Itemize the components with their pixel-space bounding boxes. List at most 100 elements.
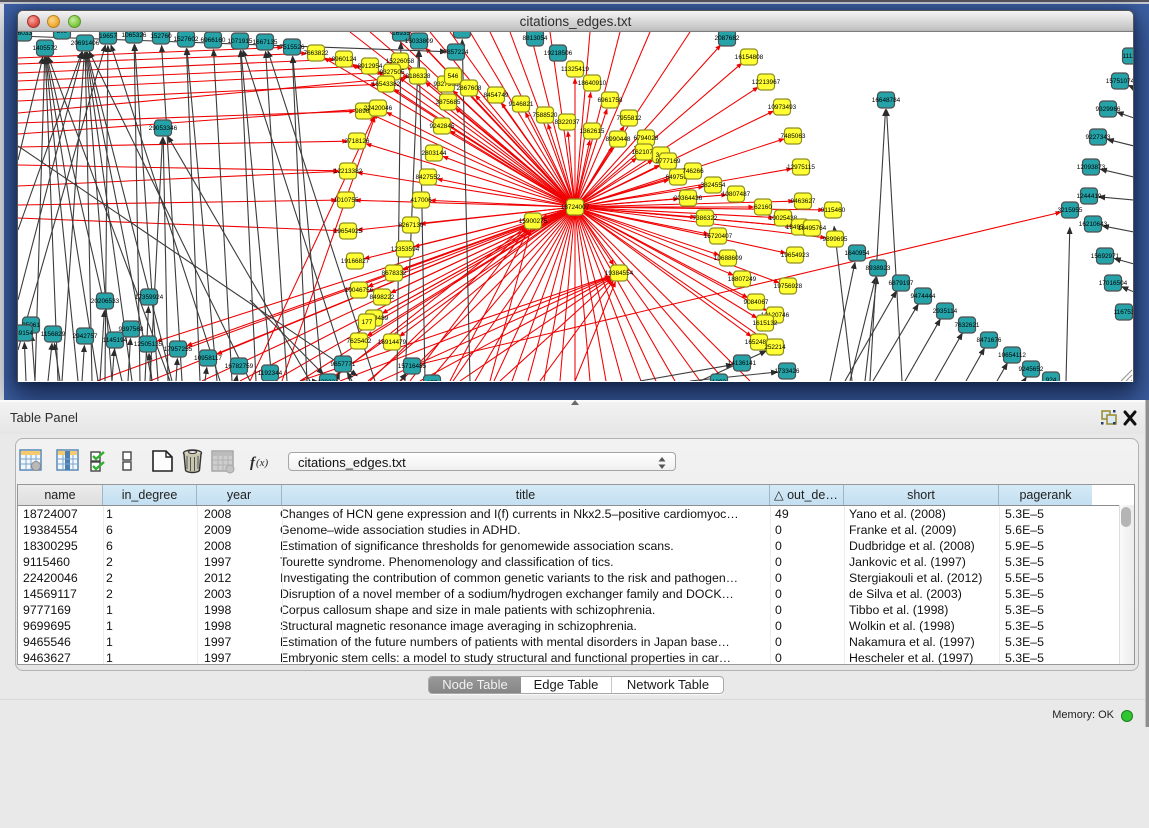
svg-text:9329966: 9329966 <box>1096 106 1121 113</box>
svg-text:10046756: 10046756 <box>345 287 374 294</box>
svg-text:10807487: 10807487 <box>722 191 751 198</box>
svg-text:129234: 129234 <box>317 379 339 381</box>
svg-text:6961758: 6961758 <box>598 97 623 104</box>
svg-text:7955812: 7955812 <box>617 115 642 122</box>
svg-text:16935: 16935 <box>392 32 410 37</box>
svg-text:15692971: 15692971 <box>1091 253 1120 260</box>
svg-text:8938923: 8938923 <box>866 265 891 272</box>
svg-text:252214: 252214 <box>764 344 786 351</box>
svg-text:11325419: 11325419 <box>561 66 589 73</box>
svg-text:152760: 152760 <box>150 33 172 40</box>
svg-text:20691406: 20691406 <box>71 40 100 47</box>
svg-text:19384554: 19384554 <box>605 270 634 277</box>
svg-text:1640954: 1640954 <box>845 250 870 257</box>
svg-text:9463627: 9463627 <box>791 198 816 205</box>
svg-text:8427552: 8427552 <box>416 174 441 181</box>
svg-text:9245652: 9245652 <box>1019 366 1044 373</box>
svg-text:10654112: 10654112 <box>998 352 1026 359</box>
svg-text:18640910: 18640910 <box>578 80 607 87</box>
svg-text:2942757: 2942757 <box>73 333 98 340</box>
svg-text:157: 157 <box>427 380 438 381</box>
svg-text:22420046: 22420046 <box>364 105 393 112</box>
svg-text:1065326: 1065326 <box>122 32 147 39</box>
svg-text:18807249: 18807249 <box>728 276 757 283</box>
svg-text:16033809: 16033809 <box>405 38 434 45</box>
svg-text:2718126: 2718126 <box>345 138 370 145</box>
svg-text:8267130: 8267130 <box>399 222 424 229</box>
svg-text:19218506: 19218506 <box>544 50 573 57</box>
svg-text:6966160: 6966160 <box>201 37 226 44</box>
svg-text:8498222: 8498222 <box>370 294 395 301</box>
svg-text:417006: 417006 <box>410 197 432 204</box>
svg-text:2935114: 2935114 <box>933 308 958 315</box>
svg-text:15716485: 15716485 <box>398 363 427 370</box>
svg-text:12505135: 12505135 <box>134 341 163 348</box>
svg-text:1192344: 1192344 <box>258 370 283 377</box>
svg-text:8322037: 8322037 <box>555 119 580 126</box>
svg-text:9115460: 9115460 <box>821 207 846 214</box>
svg-text:12213382: 12213382 <box>334 168 363 175</box>
svg-text:9146821: 9146821 <box>509 101 534 108</box>
svg-text:1010755: 1010755 <box>334 197 359 204</box>
svg-text:18495764: 18495764 <box>798 225 827 232</box>
svg-text:1405572: 1405572 <box>33 45 58 52</box>
svg-text:546: 546 <box>448 73 459 80</box>
svg-text:1071915: 1071915 <box>228 38 253 45</box>
svg-text:(x): (x) <box>256 457 269 469</box>
svg-text:1733426: 1733426 <box>775 368 800 375</box>
svg-text:2087682: 2087682 <box>715 35 740 42</box>
svg-text:8678332: 8678332 <box>382 270 407 277</box>
svg-text:2867608: 2867608 <box>457 85 482 92</box>
svg-text:2803144: 2803144 <box>422 150 447 157</box>
svg-text:16033: 16033 <box>18 32 32 37</box>
svg-text:8454749: 8454749 <box>484 92 509 99</box>
svg-text:19657: 19657 <box>99 33 117 40</box>
svg-text:746266: 746266 <box>682 168 704 175</box>
svg-text:16648784: 16648784 <box>872 97 901 104</box>
svg-text:12213967: 12213967 <box>752 79 781 86</box>
svg-text:19654925: 19654925 <box>334 228 363 235</box>
svg-text:8960124: 8960124 <box>332 56 357 63</box>
svg-text:10958117: 10958117 <box>194 355 222 362</box>
svg-text:1244419: 1244419 <box>1077 193 1102 200</box>
svg-text:12093873: 12093873 <box>1077 164 1106 171</box>
svg-text:3215955: 3215955 <box>1058 207 1083 214</box>
svg-text:16543382: 16543382 <box>372 81 401 88</box>
svg-text:7386322: 7386322 <box>693 215 718 222</box>
svg-text:9474444: 9474444 <box>911 293 936 300</box>
svg-text:16782759: 16782759 <box>225 363 254 370</box>
svg-text:8990448: 8990448 <box>606 136 631 143</box>
svg-text:9397568: 9397568 <box>119 326 144 333</box>
svg-text:15720407: 15720407 <box>704 233 733 240</box>
svg-text:10973493: 10973493 <box>768 104 797 111</box>
svg-text:16914479: 16914479 <box>378 339 407 346</box>
svg-text:9227343: 9227343 <box>1086 134 1111 141</box>
svg-text:16210643: 16210643 <box>1079 221 1108 228</box>
svg-text:3824554: 3824554 <box>701 182 726 189</box>
svg-text:924: 924 <box>1046 377 1057 381</box>
svg-text:1156829: 1156829 <box>41 331 66 338</box>
svg-text:7857224: 7857224 <box>444 49 469 56</box>
svg-text:7588520: 7588520 <box>533 112 558 119</box>
svg-text:15751074: 15751074 <box>1106 78 1134 85</box>
svg-text:19756928: 19756928 <box>774 283 803 290</box>
svg-text:29053346: 29053346 <box>149 125 178 132</box>
svg-text:9084067: 9084067 <box>744 299 769 306</box>
svg-text:7632621: 7632621 <box>955 322 980 329</box>
svg-text:19654923: 19654923 <box>781 252 810 259</box>
svg-text:177: 177 <box>362 319 373 326</box>
svg-text:9777169: 9777169 <box>656 158 681 165</box>
svg-text:16154808: 16154808 <box>735 54 764 61</box>
svg-text:17016504: 17016504 <box>1099 280 1128 287</box>
svg-text:9242845: 9242845 <box>430 123 455 130</box>
svg-text:7625402: 7625402 <box>347 338 372 345</box>
svg-text:7485063: 7485063 <box>781 133 806 140</box>
svg-text:15900275: 15900275 <box>519 218 548 225</box>
svg-text:20206533: 20206533 <box>91 298 120 305</box>
svg-text:12353594: 12353594 <box>391 246 420 253</box>
svg-text:9899695: 9899695 <box>823 236 848 243</box>
svg-text:17359924: 17359924 <box>135 294 164 301</box>
svg-text:7515526: 7515526 <box>280 44 305 51</box>
svg-text:20364436: 20364436 <box>674 195 703 202</box>
svg-text:1292: 1292 <box>712 379 727 381</box>
